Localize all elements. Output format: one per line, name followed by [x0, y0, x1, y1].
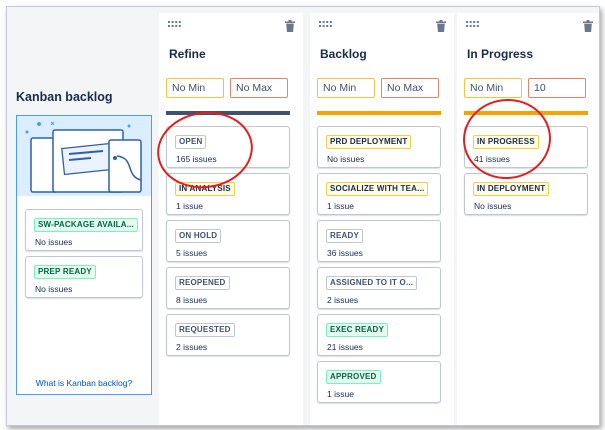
status-card-approved[interactable]: APPROVED 1 issue — [317, 361, 441, 403]
min-constraint-input[interactable] — [317, 78, 375, 98]
status-lozenge: IN DEPLOYMENT — [473, 182, 550, 196]
column-title[interactable]: Refine — [169, 47, 206, 61]
issue-count: 1 issue — [176, 201, 203, 211]
trash-icon[interactable] — [436, 20, 446, 32]
status-lozenge: PRD DEPLOYMENT — [326, 135, 412, 149]
status-lozenge: ASSIGNED TO IT O... — [326, 276, 418, 290]
issue-count: 2 issues — [176, 342, 208, 352]
issue-count: No issues — [35, 284, 73, 294]
issue-count: 2 issues — [327, 295, 359, 305]
issue-count: 21 issues — [327, 342, 363, 352]
issue-count: 8 issues — [176, 295, 208, 305]
drag-handle-icon[interactable] — [466, 21, 480, 29]
column-status-bar — [464, 111, 588, 115]
status-card-open[interactable]: OPEN 165 issues — [166, 126, 290, 168]
trash-icon[interactable] — [285, 20, 295, 32]
max-constraint-input[interactable] — [381, 78, 439, 98]
issue-count: No issues — [327, 154, 365, 164]
what-is-kanban-backlog-link[interactable]: What is Kanban backlog? — [17, 378, 151, 388]
status-lozenge: SW-PACKAGE AVAILA... — [34, 218, 138, 232]
status-card-reopened[interactable]: REOPENED 8 issues — [166, 267, 290, 309]
status-lozenge: REQUESTED — [175, 323, 235, 337]
status-card-prd-deployment[interactable]: PRD DEPLOYMENT No issues — [317, 126, 441, 168]
max-constraint-input[interactable] — [528, 78, 586, 98]
min-constraint-input[interactable] — [464, 78, 522, 98]
status-card-exec-ready[interactable]: EXEC READY 21 issues — [317, 314, 441, 356]
issue-count: 1 issue — [327, 389, 354, 399]
min-constraint-input[interactable] — [166, 78, 224, 98]
status-lozenge: APPROVED — [326, 370, 381, 384]
status-lozenge: OPEN — [175, 135, 207, 149]
trash-icon[interactable] — [583, 20, 593, 32]
status-lozenge: SOCIALIZE WITH TEA... — [326, 182, 429, 196]
issue-count: No issues — [474, 201, 512, 211]
status-card-on-hold[interactable]: ON HOLD 5 issues — [166, 220, 290, 262]
status-card-requested[interactable]: REQUESTED 2 issues — [166, 314, 290, 356]
issue-count: No issues — [35, 237, 73, 247]
status-lozenge: REOPENED — [175, 276, 230, 290]
status-card-assigned-to-it-o[interactable]: ASSIGNED TO IT O... 2 issues — [317, 267, 441, 309]
status-card-prep-ready[interactable]: PREP READY No issues — [25, 256, 143, 298]
column-title[interactable]: Backlog — [320, 47, 367, 61]
board-illustration-icon — [17, 116, 151, 196]
column-title[interactable]: In Progress — [467, 47, 533, 61]
status-card-in-deployment[interactable]: IN DEPLOYMENT No issues — [464, 173, 588, 215]
kanban-backlog-box: SW-PACKAGE AVAILA... No issues PREP READY N… — [16, 115, 152, 395]
status-card-in-progress[interactable]: IN PROGRESS 41 issues — [464, 126, 588, 168]
status-lozenge: IN PROGRESS — [473, 135, 539, 149]
status-card-socialize-with-tea[interactable]: SOCIALIZE WITH TEA... 1 issue — [317, 173, 441, 215]
status-card-sw-package-availa[interactable]: SW-PACKAGE AVAILA... No issues — [25, 209, 143, 251]
status-card-in-analysis[interactable]: IN ANALYSIS 1 issue — [166, 173, 290, 215]
status-lozenge: PREP READY — [34, 265, 96, 279]
drag-handle-icon[interactable] — [168, 21, 182, 29]
column-status-bar — [317, 111, 441, 115]
column-backlog: Backlog PRD DEPLOYMENT No issues SOCIALIZE … — [310, 13, 454, 425]
kanban-backlog-illustration — [17, 116, 151, 196]
sidebar-title: Kanban backlog — [16, 90, 113, 104]
issue-count: 36 issues — [327, 248, 363, 258]
column-status-bar — [166, 111, 290, 115]
status-lozenge: ON HOLD — [175, 229, 222, 243]
max-constraint-input[interactable] — [230, 78, 288, 98]
column-in-progress: In Progress IN PROGRESS 41 issues IN DEPLOY… — [457, 13, 599, 425]
drag-handle-icon[interactable] — [319, 21, 333, 29]
kanban-backlog-sidebar: Kanban backlog SW-PACKAGE AVAILA... No i… — [7, 7, 156, 425]
status-card-ready[interactable]: READY 36 issues — [317, 220, 441, 262]
status-lozenge: IN ANALYSIS — [175, 182, 235, 196]
status-lozenge: READY — [326, 229, 364, 243]
issue-count: 165 issues — [176, 154, 217, 164]
column-refine: Refine OPEN 165 issues IN ANALYSIS 1 issue ON… — [159, 13, 303, 425]
kanban-board-config: Kanban backlog SW-PACKAGE AVAILA... No i… — [6, 6, 600, 426]
issue-count: 5 issues — [176, 248, 208, 258]
issue-count: 41 issues — [474, 154, 510, 164]
status-lozenge: EXEC READY — [326, 323, 389, 337]
issue-count: 1 issue — [327, 201, 354, 211]
